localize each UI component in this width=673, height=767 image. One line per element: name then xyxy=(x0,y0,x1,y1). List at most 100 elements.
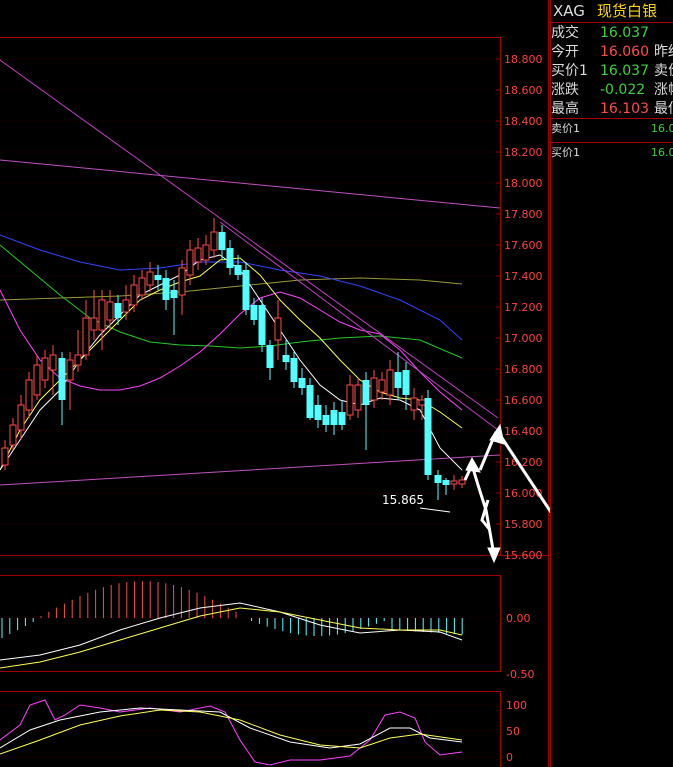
kdj-j-line xyxy=(0,699,463,766)
candle xyxy=(450,475,458,490)
candle xyxy=(442,478,450,495)
candle xyxy=(130,275,138,312)
candle xyxy=(9,418,17,450)
candle xyxy=(138,270,146,300)
quote-row-label: 今开 xyxy=(551,44,579,60)
candle xyxy=(1,440,9,470)
y-tick-label: 15.800 xyxy=(504,518,543,531)
candle xyxy=(424,390,432,480)
main-y-axis: 18.800 18.600 18.400 18.200 18.000 17.800 17.6… xyxy=(496,53,543,562)
symbol-code[interactable]: XAG xyxy=(553,0,585,22)
quote-row-label: 成交 xyxy=(551,25,579,41)
y-tick-label: 0.00 xyxy=(506,612,531,625)
kdj-k-line xyxy=(0,707,463,749)
y-tick-label: 18.600 xyxy=(504,84,543,97)
candle xyxy=(290,352,298,388)
y-tick-label: 0 xyxy=(506,751,513,764)
candle xyxy=(338,400,346,430)
candle xyxy=(346,375,354,420)
symbol-name[interactable]: 现货白银 xyxy=(597,0,657,22)
candle xyxy=(362,372,370,450)
low-annotation-label: 15.865 xyxy=(382,493,424,507)
y-tick-label: 15.600 xyxy=(504,549,543,562)
candle xyxy=(306,378,314,420)
ma-olive-line xyxy=(0,277,463,301)
candle xyxy=(330,402,338,435)
candle xyxy=(250,298,258,325)
ask1-value: 16.0 xyxy=(651,122,673,135)
candle xyxy=(114,295,122,325)
macd-dea-line xyxy=(0,607,463,669)
y-tick-label: 16.800 xyxy=(504,363,543,376)
candle xyxy=(202,235,210,265)
y-tick-label: -0.50 xyxy=(506,668,534,681)
y-tick-label: 17.400 xyxy=(504,270,543,283)
low-annotation: 15.865 xyxy=(382,493,451,513)
candle xyxy=(434,470,442,500)
kdj-d-line xyxy=(0,709,463,755)
quote-row-label2: 昨结 xyxy=(654,44,673,60)
quote-row-label2: 涨幅 xyxy=(654,82,673,98)
candle xyxy=(122,285,130,320)
y-tick-label: 16.400 xyxy=(504,425,543,438)
candle xyxy=(274,300,282,360)
price-chart-area[interactable]: 18.800 18.600 18.400 18.200 18.000 17.800 17.6… xyxy=(0,0,550,767)
candle xyxy=(458,476,466,488)
y-tick-label: 17.600 xyxy=(504,239,543,252)
y-tick-label: 100 xyxy=(506,699,527,712)
kdj-lines xyxy=(0,699,463,766)
candle xyxy=(154,265,162,290)
quote-row-value: 16.103 xyxy=(600,101,649,117)
candle xyxy=(25,372,33,418)
y-tick-label: 16.600 xyxy=(504,394,543,407)
y-tick-label: 16.200 xyxy=(504,456,543,469)
y-tick-label: 18.800 xyxy=(504,53,543,66)
long-ma-pink xyxy=(0,159,501,209)
candle xyxy=(194,238,202,270)
quote-row-label: 涨跌 xyxy=(551,82,579,98)
bid1-value: 16.0 xyxy=(651,146,673,159)
main-panel-frame xyxy=(0,0,549,767)
quote-row-value: 16.037 xyxy=(600,25,649,41)
y-tick-label: 18.200 xyxy=(504,146,543,159)
y-tick-label: 50 xyxy=(506,725,520,738)
candle xyxy=(266,340,274,380)
candle xyxy=(410,388,418,420)
quote-row-label: 最高 xyxy=(551,101,579,117)
quote-row-value: 16.060 xyxy=(600,44,649,60)
candle xyxy=(82,300,90,360)
macd-y-axis: 0.00 -0.50 xyxy=(506,612,534,681)
candle xyxy=(41,350,49,388)
y-tick-label: 18.000 xyxy=(504,177,543,190)
candle xyxy=(354,378,362,418)
y-tick-label: 17.000 xyxy=(504,332,543,345)
macd-dif-line xyxy=(0,602,463,661)
candle xyxy=(49,345,57,395)
candle xyxy=(58,352,66,425)
candle xyxy=(258,298,266,352)
quote-panel: XAG 现货白银 成交 16.037 今开 16.060 昨结买价1 16.037 卖价涨跌… xyxy=(550,0,673,767)
ask1-label: 卖价1 xyxy=(551,122,580,135)
candle xyxy=(98,290,106,350)
candle xyxy=(298,368,306,395)
y-tick-label: 18.400 xyxy=(504,115,543,128)
quote-title: XAG 现货白银 xyxy=(551,0,673,22)
quote-row-value: -0.022 xyxy=(600,82,646,98)
bid1-label: 买价1 xyxy=(551,146,580,159)
quote-row-label2: 最低 xyxy=(654,101,673,117)
candle xyxy=(242,262,250,315)
y-tick-label: 17.800 xyxy=(504,208,543,221)
candle xyxy=(394,352,402,400)
quote-row-label: 买价1 xyxy=(551,63,588,79)
quote-row-value: 16.037 xyxy=(600,63,649,79)
candle xyxy=(386,360,394,405)
candlesticks xyxy=(1,218,466,500)
quote-row-label2: 卖价 xyxy=(654,63,673,79)
candle xyxy=(418,395,426,420)
candle xyxy=(90,290,98,340)
candle xyxy=(33,355,41,400)
y-tick-label: 17.200 xyxy=(504,301,543,314)
candle xyxy=(322,405,330,432)
candle xyxy=(210,218,218,258)
kdj-y-axis: 100 50 0 xyxy=(506,699,527,764)
